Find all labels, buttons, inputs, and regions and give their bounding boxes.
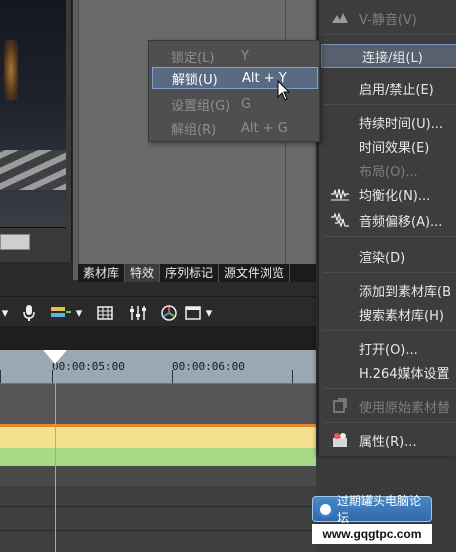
audio-mixer-icon[interactable] — [128, 305, 148, 321]
watermark-title: 过期罐头电脑论坛 — [337, 494, 422, 525]
preview-light — [4, 40, 18, 100]
mouse-cursor-icon — [277, 80, 291, 101]
track-insert-icon[interactable] — [50, 305, 72, 321]
menu-item-render[interactable]: 渲染(D) — [319, 244, 456, 268]
menu-item-equalize[interactable]: 均衡化(N)... — [319, 182, 456, 206]
menu-separator — [323, 34, 456, 35]
mute-icon — [329, 10, 351, 26]
shortcut-label: Alt + G — [241, 120, 288, 136]
audio-offset-icon — [329, 212, 351, 228]
menu-item-properties[interactable]: 属性(R)... — [319, 428, 456, 452]
window-icon[interactable] — [184, 305, 202, 321]
ruler-timecode: 00:00:06:00 — [172, 360, 245, 373]
menu-item-search-library[interactable]: 搜索素材库(H) — [319, 302, 456, 326]
menu-item-h264-settings[interactable]: H.264媒体设置 — [319, 360, 456, 384]
waveform-icon — [329, 186, 351, 202]
submenu-item-unlock[interactable]: 解锁(U) Alt + Y — [152, 67, 318, 89]
watermark-logo-icon — [317, 501, 334, 518]
timeline-track[interactable] — [0, 466, 320, 486]
submenu-item-set-group[interactable]: 设置组(G) G — [149, 93, 319, 115]
menu-separator — [323, 104, 456, 105]
timeline-header — [0, 326, 320, 350]
menu-separator — [323, 272, 456, 273]
track-separator — [0, 530, 320, 531]
timeline-track[interactable] — [0, 384, 320, 424]
dropdown-arrow-icon[interactable]: ▾ — [0, 305, 10, 321]
microphone-icon[interactable] — [22, 305, 36, 321]
menu-separator — [323, 422, 456, 423]
track-separator — [0, 506, 320, 507]
shortcut-label: Y — [241, 48, 249, 64]
tab-asset-library[interactable]: 素材库 — [78, 264, 126, 282]
tab-effects[interactable]: 特效 — [125, 264, 161, 282]
tab-source-browser[interactable]: 源文件浏览 — [219, 264, 291, 282]
context-menu: V-静音(V) 连接/组(L) 启用/禁止(E) 持续时间(U)... 时间效果… — [318, 0, 456, 456]
menu-item-replace-with-original[interactable]: 使用原始素材替 — [319, 394, 456, 418]
ruler-tick — [0, 370, 1, 383]
lock-submenu: 锁定(L) Y 解锁(U) Alt + Y 设置组(G) G 解组(R) Alt… — [148, 40, 320, 142]
menu-separator — [323, 388, 456, 389]
menu-item-add-to-library[interactable]: 添加到素材库(B — [319, 278, 456, 302]
preview-monitor — [0, 0, 72, 262]
replace-clip-icon — [329, 398, 351, 414]
dropdown-arrow-icon[interactable]: ▾ — [204, 305, 214, 321]
ruler-tick — [172, 370, 173, 383]
submenu-item-ungroup[interactable]: 解组(R) Alt + G — [149, 117, 319, 139]
menu-item-time-effect[interactable]: 时间效果(E) — [319, 134, 456, 158]
menu-item-open[interactable]: 打开(O)... — [319, 336, 456, 360]
asset-tabbar: 素材库 特效 序列标记 源文件浏览 — [78, 264, 320, 282]
properties-icon — [329, 432, 351, 448]
menu-separator — [323, 236, 456, 237]
timeline-toolbar: ▾ ▾ ▾ — [0, 296, 320, 326]
menu-item-layout[interactable]: 布局(O)... — [319, 158, 456, 182]
preview-crosswalk — [0, 150, 66, 190]
ruler-tick — [52, 370, 53, 383]
audio-clip[interactable] — [0, 448, 320, 466]
playhead-line — [55, 364, 56, 552]
video-clip[interactable] — [0, 424, 320, 448]
menu-item-enable-disable[interactable]: 启用/禁止(E) — [319, 76, 456, 100]
dropdown-arrow-icon[interactable]: ▾ — [74, 305, 84, 321]
playhead-handle[interactable] — [43, 350, 67, 364]
watermark-banner: 过期罐头电脑论坛 — [312, 494, 432, 525]
submenu-item-lock[interactable]: 锁定(L) Y — [149, 45, 319, 67]
menu-item-mute[interactable]: V-静音(V) — [319, 6, 456, 30]
menu-item-audio-offset[interactable]: 音频偏移(A)... — [319, 208, 456, 232]
color-wheel-icon[interactable] — [160, 305, 178, 321]
menu-item-duration[interactable]: 持续时间(U)... — [319, 110, 456, 134]
ruler-tick — [292, 370, 293, 383]
menu-separator — [323, 330, 456, 331]
shortcut-label: G — [241, 96, 252, 112]
tab-sequence-markers[interactable]: 序列标记 — [160, 264, 220, 282]
preview-video-frame — [0, 0, 66, 228]
preview-scrubber[interactable] — [0, 234, 30, 250]
grid-icon[interactable] — [96, 305, 114, 321]
watermark: 过期罐头电脑论坛 www.gqgtpc.com — [312, 494, 456, 552]
watermark-url: www.gqgtpc.com — [312, 524, 432, 544]
menu-item-link-group[interactable]: 连接/组(L) — [321, 44, 456, 68]
timeline-track[interactable] — [0, 486, 320, 552]
